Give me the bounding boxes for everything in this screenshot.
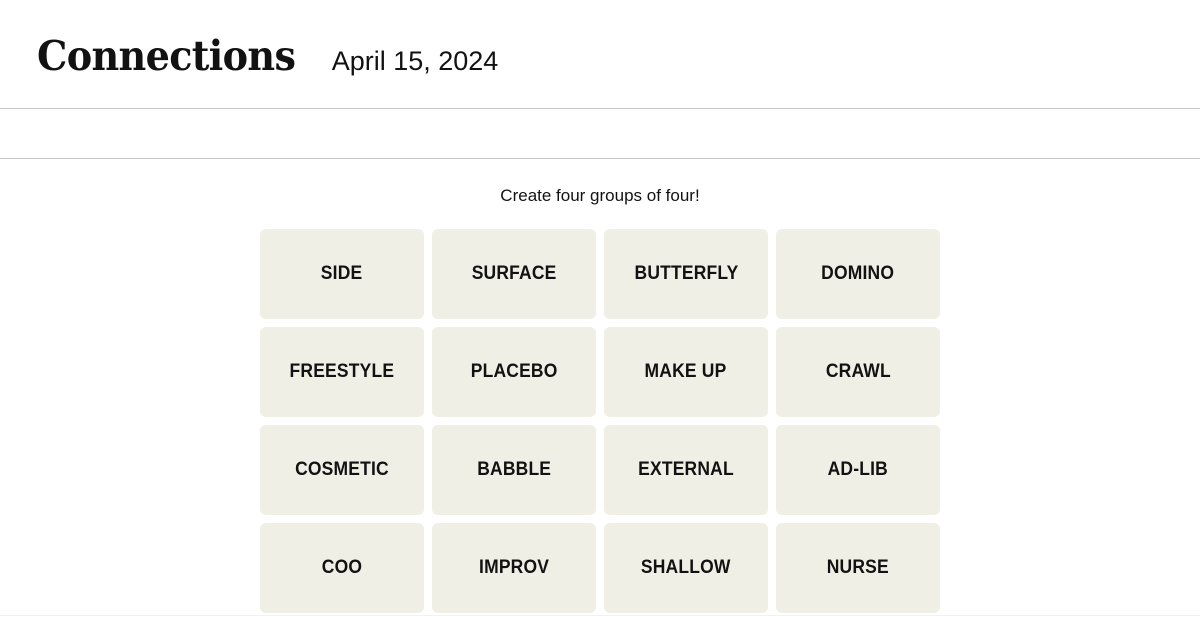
word-tile[interactable]: NURSE bbox=[776, 523, 940, 613]
word-tile-label: IMPROV bbox=[478, 557, 550, 578]
word-tile-label: PLACEBO bbox=[470, 361, 558, 382]
word-tile-label: SIDE bbox=[321, 263, 363, 284]
word-tile-label: FREESTYLE bbox=[289, 361, 395, 382]
word-tile-label: MAKE UP bbox=[645, 361, 727, 382]
word-tile[interactable]: AD-LIB bbox=[776, 425, 940, 515]
word-tile-label: BABBLE bbox=[477, 459, 551, 480]
game-toolbar bbox=[0, 109, 1200, 158]
puzzle-date: April 15, 2024 bbox=[331, 45, 499, 76]
word-tile[interactable]: COSMETIC bbox=[260, 425, 424, 515]
word-tile[interactable]: PLACEBO bbox=[432, 327, 596, 417]
word-tile[interactable]: EXTERNAL bbox=[604, 425, 768, 515]
word-tile-label: DOMINO bbox=[821, 263, 895, 284]
masthead-inner: Connections April 15, 2024 bbox=[37, 31, 499, 80]
game-board-area: Create four groups of four! SIDE SURFACE… bbox=[0, 159, 1200, 623]
word-tile-label: NURSE bbox=[826, 557, 890, 578]
word-tile[interactable]: DOMINO bbox=[776, 229, 940, 319]
word-tile[interactable]: BUTTERFLY bbox=[604, 229, 768, 319]
word-tile[interactable]: MAKE UP bbox=[604, 327, 768, 417]
word-tile-label: BUTTERFLY bbox=[634, 263, 738, 284]
word-grid: SIDE SURFACE BUTTERFLY DOMINO FREESTYLE … bbox=[260, 229, 940, 613]
word-tile-label: SURFACE bbox=[471, 263, 557, 284]
page-title: Connections bbox=[37, 31, 296, 80]
word-tile[interactable]: SIDE bbox=[260, 229, 424, 319]
word-tile[interactable]: BABBLE bbox=[432, 425, 596, 515]
word-tile[interactable]: FREESTYLE bbox=[260, 327, 424, 417]
word-tile-label: COSMETIC bbox=[295, 459, 389, 480]
word-tile-label: SHALLOW bbox=[641, 557, 731, 578]
word-tile-label: COO bbox=[321, 557, 363, 578]
word-tile[interactable]: SURFACE bbox=[432, 229, 596, 319]
masthead: Connections April 15, 2024 bbox=[0, 0, 1200, 108]
word-tile[interactable]: COO bbox=[260, 523, 424, 613]
word-tile-label: CRAWL bbox=[825, 361, 891, 382]
word-tile[interactable]: IMPROV bbox=[432, 523, 596, 613]
word-tile-label: AD-LIB bbox=[827, 459, 889, 480]
instruction-text: Create four groups of four! bbox=[500, 186, 700, 205]
word-tile-label: EXTERNAL bbox=[638, 459, 734, 480]
footer-divider bbox=[0, 615, 1200, 616]
word-tile[interactable]: SHALLOW bbox=[604, 523, 768, 613]
word-tile[interactable]: CRAWL bbox=[776, 327, 940, 417]
